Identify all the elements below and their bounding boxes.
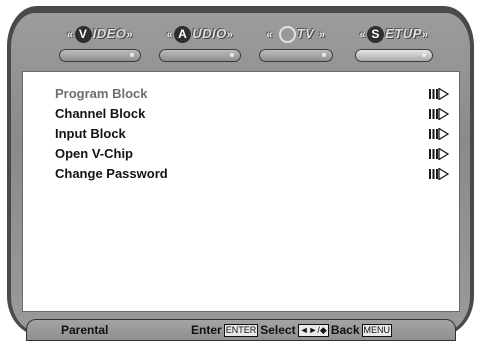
select-key: ◄►/◆ (297, 324, 329, 337)
menu-item-label: Program Block (55, 86, 148, 101)
tab-bracket-left: « (66, 29, 74, 41)
tab-bracket-left: « (266, 29, 274, 41)
submenu-arrow-icon (429, 128, 449, 140)
menu-key: MENU (361, 324, 392, 337)
tab-tv[interactable]: « TV » (252, 22, 340, 62)
footer-title: Parental (61, 323, 109, 337)
select-hint-label: Select (260, 323, 296, 337)
tab-audio-bar (159, 49, 241, 62)
tab-video[interactable]: «V IDEO» (52, 22, 148, 62)
menu-item-change-password[interactable]: Change Password (55, 165, 449, 182)
menu-item-input-block[interactable]: Input Block (55, 125, 449, 142)
menu-item-label: Open V-Chip (55, 146, 133, 161)
tab-audio[interactable]: «A UDIO» (152, 22, 248, 62)
tab-video-letter: V (74, 25, 92, 43)
help-bar: Parental Enter ENTER Select ◄►/◆ Back MENU (26, 319, 456, 341)
tab-setup-letter: S (367, 25, 385, 43)
tab-bracket-left: « (359, 29, 367, 41)
back-hint-label: Back (330, 323, 360, 337)
submenu-arrow-icon (429, 88, 449, 100)
submenu-arrow-icon (429, 108, 449, 120)
tab-setup-label: ETUP (385, 26, 422, 42)
tab-bracket-right: » (421, 29, 429, 41)
tab-bracket-left: « (166, 29, 174, 41)
tab-tv-label: TV (296, 26, 315, 42)
tab-tv-letter (278, 25, 296, 43)
menu-item-label: Input Block (55, 126, 126, 141)
tab-bracket-right: » (126, 29, 134, 41)
tab-tv-bar (259, 49, 333, 62)
menu-item-program-block[interactable]: Program Block (55, 85, 449, 102)
menu-item-label: Channel Block (55, 106, 146, 121)
menu-item-label: Change Password (55, 166, 168, 181)
submenu-arrow-icon (429, 168, 449, 180)
enter-hint-label: Enter (191, 323, 222, 337)
tab-audio-label: UDIO (192, 26, 227, 42)
tab-setup-bar (355, 49, 433, 62)
menu-item-open-v-chip[interactable]: Open V-Chip (55, 145, 449, 162)
footer-hints: Enter ENTER Select ◄►/◆ Back MENU (191, 320, 394, 340)
tab-video-label: IDEO (92, 26, 127, 42)
tab-bracket-right: » (318, 29, 326, 41)
enter-key: ENTER (223, 324, 259, 337)
menu-panel: Program Block Channel Block Input Block … (22, 71, 460, 312)
tab-bracket-right: » (226, 29, 234, 41)
menu-item-channel-block[interactable]: Channel Block (55, 105, 449, 122)
submenu-arrow-icon (429, 148, 449, 160)
tab-setup[interactable]: «S ETUP» (348, 22, 440, 62)
tab-video-bar (59, 49, 141, 62)
tab-audio-letter: A (174, 25, 192, 43)
